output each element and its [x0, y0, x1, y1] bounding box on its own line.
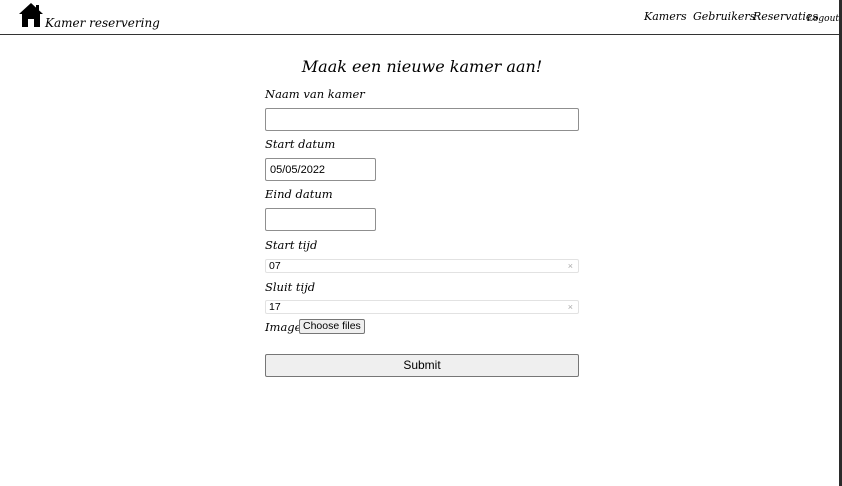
submit-button[interactable]: Submit — [265, 354, 579, 377]
choose-files-button[interactable]: Choose files — [299, 319, 365, 334]
close-time-select[interactable]: 17 × — [265, 300, 579, 314]
clear-icon[interactable]: × — [568, 260, 573, 272]
start-time-value: 07 — [269, 260, 281, 272]
brand-title[interactable]: Kamer reservering — [45, 15, 160, 31]
start-date-label: Start datum — [265, 137, 336, 151]
close-time-label: Sluit tijd — [265, 280, 316, 294]
end-date-input[interactable] — [265, 208, 376, 231]
clear-icon[interactable]: × — [568, 301, 573, 313]
nav-gebruikers[interactable]: Gebruikers — [693, 10, 755, 24]
end-date-label: Eind datum — [265, 187, 333, 201]
close-time-value: 17 — [269, 301, 281, 313]
page-title: Maak een nieuwe kamer aan! — [301, 57, 543, 76]
start-date-input[interactable]: 05/05/2022 — [265, 158, 376, 181]
nav-logout[interactable]: Logout — [807, 12, 839, 26]
room-name-input[interactable] — [265, 108, 579, 131]
start-time-label: Start tijd — [265, 238, 318, 252]
house-icon[interactable] — [18, 2, 44, 28]
room-name-label: Naam van kamer — [265, 87, 365, 101]
start-time-select[interactable]: 07 × — [265, 259, 579, 273]
nav-kamers[interactable]: Kamers — [644, 10, 687, 24]
top-navbar: Kamer reservering Kamers Gebruikers Rese… — [0, 0, 842, 35]
